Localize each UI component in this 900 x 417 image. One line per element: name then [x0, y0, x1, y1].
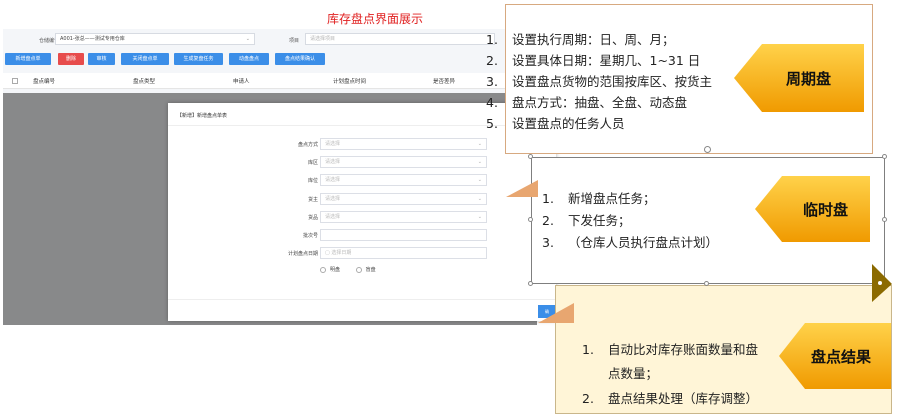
col-difference[interactable]: 是否差异 [433, 77, 455, 85]
list-item: 3. 设置盘点货物的范围按库区、按货主 [486, 74, 713, 89]
list-item: 5. 设置盘点的任务人员 [486, 116, 625, 131]
resize-handle[interactable] [882, 217, 887, 222]
list-item: 1. 自动比对库存账面数量和盘 [582, 342, 759, 357]
tag-label: 盘点结果 [811, 348, 872, 366]
tag-label: 周期盘 [786, 70, 832, 88]
list-item: 2. 下发任务； [542, 213, 631, 228]
project-label: 项目 [289, 38, 300, 44]
radio-icon [355, 266, 362, 273]
tag-label: 临时盘 [803, 201, 849, 219]
col-count-number[interactable]: 盘点编号 [33, 77, 55, 85]
list-item: 3. （仓库人员执行盘点计划） [542, 235, 719, 250]
resize-handle[interactable] [528, 217, 533, 222]
radio-icon [320, 266, 326, 273]
project-select[interactable]: 请选择项目 [305, 33, 495, 45]
list-item: 2. 盘点结果处理（库存调整） [582, 391, 759, 406]
delete-button[interactable]: 删除 [58, 53, 84, 65]
count-result-tag: 盘点结果 [779, 323, 891, 389]
field-label: 盘点方式 [297, 142, 318, 148]
chevron-down-icon: ⌄ [477, 159, 482, 165]
radio-open-count[interactable]: 明盘 [320, 266, 340, 273]
field-label: 货品 [307, 215, 318, 221]
field-label: 货主 [307, 197, 318, 203]
list-item: 1. 设置执行周期：日、周、月； [486, 32, 675, 47]
chevron-down-icon: ⌄ [477, 177, 482, 183]
mode-radio-group: 明盘 盲盘 [320, 266, 376, 273]
col-applicant[interactable]: 申请人 [233, 77, 250, 85]
confirm-result-button[interactable]: 盘点结果确认 [275, 53, 325, 65]
resize-handle[interactable] [528, 281, 533, 286]
list-item: 1. 新增盘点任务； [542, 191, 656, 206]
warehouse-select[interactable]: A001-张总——测试专用仓库 ⌄ [55, 33, 255, 45]
count-method-select[interactable]: 请选择 ⌄ [320, 138, 487, 150]
resize-handle[interactable] [704, 281, 709, 286]
modal-title: 【新增】新增盘点单表 [177, 113, 228, 119]
periodic-count-tag: 周期盘 [734, 44, 864, 112]
filter-row: 仓储编号 A001-张总——测试专用仓库 ⌄ 项目 请选择项目 [3, 29, 537, 49]
close-count-button[interactable]: 关闭盘点单 [121, 53, 169, 65]
chevron-down-icon: ⌄ [477, 214, 482, 220]
select-all-checkbox[interactable] [12, 78, 18, 84]
temporary-count-tag: 临时盘 [755, 176, 870, 242]
batch-number-input[interactable] [320, 229, 487, 241]
field-label: 库位 [307, 178, 318, 184]
list-item: 点数量； [608, 366, 659, 381]
field-label: 库区 [307, 160, 318, 166]
col-planned-time[interactable]: 计划盘点时间 [333, 77, 366, 85]
pointer-triangle [538, 303, 574, 327]
fold-corner [872, 264, 892, 306]
location-select[interactable]: 请选择 ⌄ [320, 174, 487, 186]
chevron-down-icon: ⌄ [245, 36, 250, 42]
field-label: 计划盘点日期 [287, 251, 318, 257]
chevron-down-icon: ⌄ [477, 141, 482, 147]
field-label: 批次号 [302, 233, 318, 239]
radio-blind-count[interactable]: 盲盘 [355, 266, 376, 273]
rotate-handle[interactable] [704, 146, 711, 153]
col-count-type[interactable]: 盘点类型 [133, 77, 155, 85]
owner-select[interactable]: 请选择 ⌄ [320, 193, 487, 205]
chevron-down-icon: ⌄ [477, 196, 482, 202]
page-title: 库存盘点界面展示 [327, 12, 424, 26]
pointer-triangle [506, 180, 538, 202]
zone-select[interactable]: 请选择 ⌄ [320, 156, 487, 168]
recount-task-button[interactable]: 生成复盘任务 [174, 53, 223, 65]
list-item: 4. 盘点方式：抽盘、全盘、动态盘 [486, 95, 688, 110]
list-item: 2. 设置具体日期：星期几、1~31 日 [486, 53, 701, 68]
resize-handle[interactable] [528, 154, 533, 159]
resize-handle[interactable] [882, 154, 887, 159]
goods-select[interactable]: 请选择 ⌄ [320, 211, 487, 223]
table-header: 盘点编号 盘点类型 申请人 计划盘点时间 是否差异 [3, 73, 537, 89]
audit-button[interactable]: 审核 [88, 53, 115, 65]
new-count-modal: 【新增】新增盘点单表 盘点方式 请选择 ⌄ 库区 请选择 ⌄ 库位 请选择 ⌄ 货主 … [168, 103, 556, 321]
toolbar: 新增盘点单 删除 审核 关闭盘点单 生成复盘任务 动盘盘点 盘点结果确认 [3, 51, 537, 67]
add-count-button[interactable]: 新增盘点单 [5, 53, 51, 65]
plan-date-picker[interactable]: ▢ 选择日期 [320, 247, 487, 259]
dynamic-count-button[interactable]: 动盘盘点 [229, 53, 269, 65]
